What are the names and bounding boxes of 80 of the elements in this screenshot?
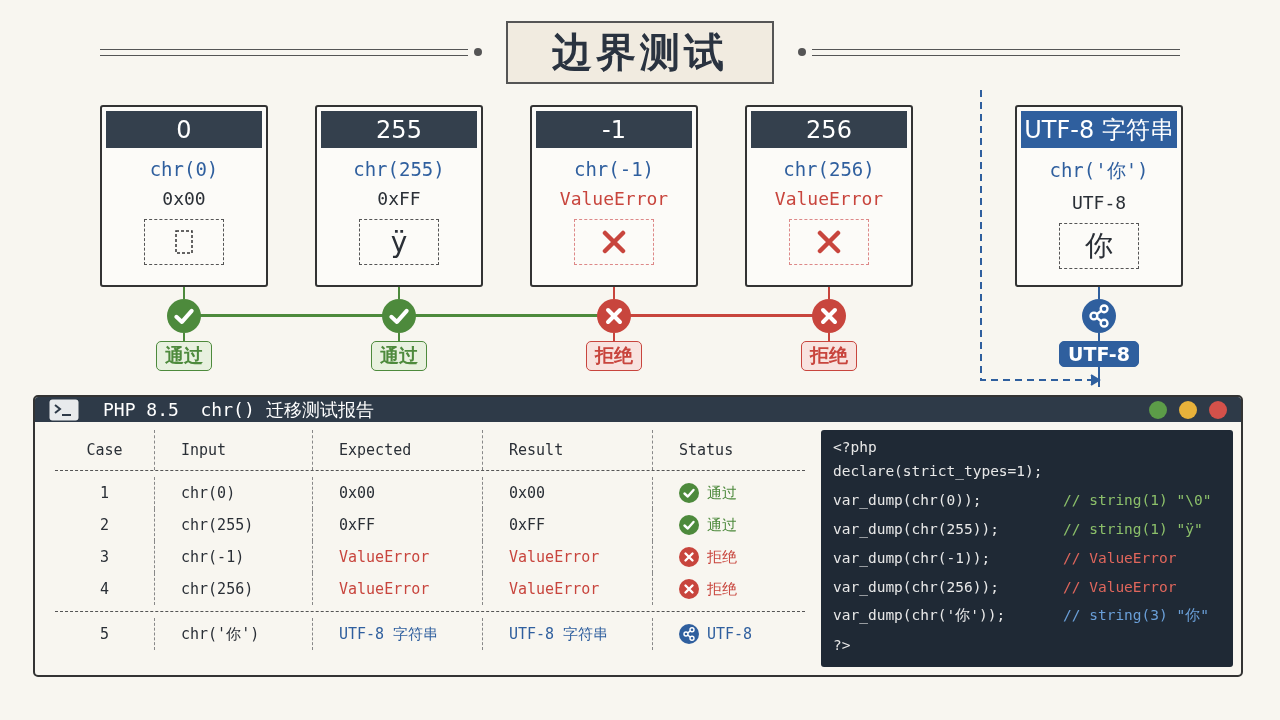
result-text: 0xFF [377,188,421,209]
code-line: var_dump(chr('你')); [833,606,1007,625]
column-header: Case [55,430,155,470]
table-cell: UTF-8 字符串 [313,618,483,650]
table-cell: UTF-8 字符串 [483,618,653,650]
function-call: chr('你') [1049,158,1149,183]
dot-icon [474,48,482,56]
card-header: 255 [321,111,477,148]
page-title: 边界测试 [506,20,774,84]
close-icon[interactable] [1209,400,1227,419]
table-cell: ValueError [483,573,653,605]
minimize-icon[interactable] [1179,400,1197,419]
function-call: chr(256) [783,158,875,180]
code-line: var_dump(chr(0)); [833,491,983,508]
cross-icon [679,547,699,567]
table-cell: 1 [55,477,155,509]
dot-icon [798,48,806,56]
table-cell: 0x00 [313,477,483,509]
status-tag: UTF-8 [1059,341,1139,367]
result-text: ValueError [774,188,884,209]
status-tag: 拒绝 [586,341,642,371]
cross-icon [602,230,626,254]
function-call: chr(-1) [573,158,655,180]
card-header: 256 [751,111,907,148]
function-call: chr(255) [353,158,445,180]
code-line: ?> [833,636,852,653]
table-cell: chr('你') [155,618,313,650]
function-call: chr(0) [149,158,219,180]
table-cell: chr(256) [155,573,313,605]
code-line: var_dump(chr(256)); [833,578,1000,595]
card-header: 0 [106,111,262,148]
code-comment: // string(1) "\0" [1063,491,1212,508]
status-tag: 拒绝 [801,341,857,371]
code-comment: // ValueError [1063,549,1177,566]
status-tag: 通过 [371,341,427,371]
window-title: PHP 8.5 chr() 迁移测试报告 [103,397,374,422]
share-icon [679,624,699,644]
table-cell: chr(-1) [155,541,313,573]
status-text: 通过 [707,515,737,535]
table-cell: chr(0) [155,477,313,509]
code-line: <?php [833,439,878,455]
status-text: 拒绝 [707,579,737,599]
card-header: -1 [536,111,692,148]
table-cell: 2 [55,509,155,541]
maximize-icon[interactable] [1149,400,1167,419]
check-icon [679,483,699,503]
result-text: UTF-8 [1071,192,1127,213]
table-cell: chr(255) [155,509,313,541]
code-comment: // string(1) "ÿ" [1063,520,1203,537]
code-line: declare(strict_types=1); [833,462,1044,479]
table-cell: 5 [55,618,155,650]
column-header: Result [483,430,653,470]
table-cell: 3 [55,541,155,573]
table-cell: ValueError [483,541,653,573]
table-cell: ValueError [313,573,483,605]
code-line: var_dump(chr(-1)); [833,549,992,566]
status-text: UTF-8 [707,625,753,643]
table-cell: 0x00 [483,477,653,509]
status-text: 拒绝 [707,547,737,567]
column-header: Status [678,440,735,461]
glyph-preview: ÿ [359,219,439,265]
column-header: Input [155,430,313,470]
cross-icon [679,579,699,599]
table-cell: 0xFF [483,509,653,541]
empty-box-icon [175,230,193,254]
glyph-preview: 你 [1059,223,1139,269]
cross-icon [817,230,841,254]
column-header: Expected [313,430,483,470]
card-header: UTF-8 字符串 [1021,111,1177,148]
table-cell: 0xFF [313,509,483,541]
code-comment: // string(3) "你" [1063,606,1209,625]
table-cell: 4 [55,573,155,605]
result-text: ValueError [559,188,669,209]
table-cell: ValueError [313,541,483,573]
result-text: 0x00 [162,188,206,209]
status-text: 通过 [707,483,737,503]
code-line: var_dump(chr(255)); [833,520,1000,537]
code-comment: // ValueError [1063,578,1177,595]
status-tag: 通过 [156,341,212,371]
check-icon [679,515,699,535]
